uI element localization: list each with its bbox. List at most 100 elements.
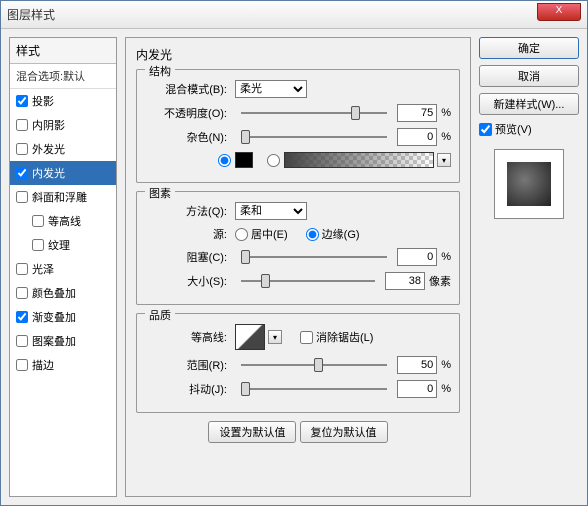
source-edge-radio[interactable]: 边缘(G)	[306, 226, 360, 242]
color-swatch[interactable]	[235, 152, 253, 168]
range-input[interactable]	[397, 356, 437, 374]
choke-slider[interactable]	[241, 249, 387, 265]
main-panel: 内发光 结构 混合模式(B): 柔光 不透明度(O): % 杂色(N):	[125, 37, 471, 497]
sidebar-item-7[interactable]: 光泽	[10, 257, 116, 281]
range-label: 范围(R):	[145, 357, 231, 373]
sidebar-item-2[interactable]: 外发光	[10, 137, 116, 161]
make-default-button[interactable]: 设置为默认值	[208, 421, 296, 443]
new-style-button[interactable]: 新建样式(W)...	[479, 93, 579, 115]
sidebar-item-10[interactable]: 图案叠加	[10, 329, 116, 353]
sidebar-item-9[interactable]: 渐变叠加	[10, 305, 116, 329]
noise-slider[interactable]	[241, 129, 387, 145]
color-source-radio[interactable]	[218, 154, 231, 167]
choke-input[interactable]	[397, 248, 437, 266]
sidebar-item-label: 光泽	[32, 261, 54, 277]
range-slider[interactable]	[241, 357, 387, 373]
sidebar-item-checkbox[interactable]	[16, 263, 28, 275]
sidebar-item-3[interactable]: 内发光	[10, 161, 116, 185]
jitter-unit: %	[441, 383, 451, 395]
sidebar-item-label: 图案叠加	[32, 333, 76, 349]
jitter-slider[interactable]	[241, 381, 387, 397]
ok-button[interactable]: 确定	[479, 37, 579, 59]
preview-box	[494, 149, 564, 219]
size-slider[interactable]	[241, 273, 375, 289]
source-center-radio[interactable]: 居中(E)	[235, 226, 288, 242]
sidebar-item-4[interactable]: 斜面和浮雕	[10, 185, 116, 209]
sidebar-item-label: 渐变叠加	[32, 309, 76, 325]
sidebar-item-checkbox[interactable]	[16, 143, 28, 155]
sidebar-item-checkbox[interactable]	[16, 335, 28, 347]
noise-label: 杂色(N):	[145, 129, 231, 145]
sidebar-item-1[interactable]: 内阴影	[10, 113, 116, 137]
sidebar-item-checkbox[interactable]	[16, 167, 28, 179]
antialias-checkbox[interactable]: 消除锯齿(L)	[300, 329, 373, 345]
sidebar-item-checkbox[interactable]	[16, 359, 28, 371]
gradient-dropdown[interactable]: ▾	[437, 153, 451, 167]
choke-label: 阻塞(C):	[145, 249, 231, 265]
sidebar-item-label: 颜色叠加	[32, 285, 76, 301]
range-unit: %	[441, 359, 451, 371]
layer-style-dialog: 图层样式 X 样式 混合选项:默认 投影内阴影外发光内发光斜面和浮雕等高线纹理光…	[0, 0, 588, 506]
cancel-button[interactable]: 取消	[479, 65, 579, 87]
sidebar-item-label: 外发光	[32, 141, 65, 157]
source-label: 源:	[145, 226, 231, 242]
sidebar-item-checkbox[interactable]	[32, 215, 44, 227]
style-list-header: 样式	[10, 38, 116, 64]
sidebar-item-checkbox[interactable]	[32, 239, 44, 251]
style-list: 样式 混合选项:默认 投影内阴影外发光内发光斜面和浮雕等高线纹理光泽颜色叠加渐变…	[9, 37, 117, 497]
size-unit: 像素	[429, 273, 451, 289]
sidebar-item-6[interactable]: 纹理	[10, 233, 116, 257]
blend-mode-select[interactable]: 柔光	[235, 80, 307, 98]
sidebar-item-label: 描边	[32, 357, 54, 373]
window-title: 图层样式	[7, 6, 55, 23]
gradient-source-radio[interactable]	[267, 154, 280, 167]
contour-swatch[interactable]	[235, 324, 265, 350]
jitter-label: 抖动(J):	[145, 381, 231, 397]
sidebar-item-checkbox[interactable]	[16, 119, 28, 131]
panel-title: 内发光	[136, 46, 460, 63]
quality-group: 品质 等高线: ▾ 消除锯齿(L) 范围(R): % 抖动(J):	[136, 313, 460, 413]
preview-thumbnail	[507, 162, 551, 206]
elements-group: 图素 方法(Q): 柔和 源: 居中(E) 边缘(G) 阻塞(C): %	[136, 191, 460, 305]
blend-mode-label: 混合模式(B):	[145, 81, 231, 97]
method-select[interactable]: 柔和	[235, 202, 307, 220]
preview-checkbox[interactable]: 预览(V)	[479, 121, 579, 137]
sidebar-item-checkbox[interactable]	[16, 287, 28, 299]
method-label: 方法(Q):	[145, 203, 231, 219]
sidebar-item-label: 内发光	[32, 165, 65, 181]
right-panel: 确定 取消 新建样式(W)... 预览(V)	[479, 37, 579, 497]
gradient-swatch[interactable]	[284, 152, 434, 168]
noise-unit: %	[441, 131, 451, 143]
structure-legend: 结构	[145, 63, 175, 79]
quality-legend: 品质	[145, 307, 175, 323]
contour-label: 等高线:	[145, 329, 231, 345]
opacity-unit: %	[441, 107, 451, 119]
opacity-label: 不透明度(O):	[145, 105, 231, 121]
blend-options[interactable]: 混合选项:默认	[10, 64, 116, 89]
titlebar[interactable]: 图层样式 X	[1, 1, 587, 29]
choke-unit: %	[441, 251, 451, 263]
size-input[interactable]	[385, 272, 425, 290]
close-button[interactable]: X	[537, 3, 581, 21]
size-label: 大小(S):	[145, 273, 231, 289]
sidebar-item-label: 纹理	[48, 237, 70, 253]
sidebar-item-5[interactable]: 等高线	[10, 209, 116, 233]
sidebar-item-checkbox[interactable]	[16, 191, 28, 203]
jitter-input[interactable]	[397, 380, 437, 398]
elements-legend: 图素	[145, 185, 175, 201]
sidebar-item-11[interactable]: 描边	[10, 353, 116, 377]
structure-group: 结构 混合模式(B): 柔光 不透明度(O): % 杂色(N): %	[136, 69, 460, 183]
sidebar-item-0[interactable]: 投影	[10, 89, 116, 113]
reset-default-button[interactable]: 复位为默认值	[300, 421, 388, 443]
contour-dropdown[interactable]: ▾	[268, 330, 282, 344]
sidebar-item-label: 投影	[32, 93, 54, 109]
opacity-slider[interactable]	[241, 105, 387, 121]
sidebar-item-8[interactable]: 颜色叠加	[10, 281, 116, 305]
sidebar-item-label: 等高线	[48, 213, 81, 229]
sidebar-item-label: 内阴影	[32, 117, 65, 133]
noise-input[interactable]	[397, 128, 437, 146]
sidebar-item-label: 斜面和浮雕	[32, 189, 87, 205]
sidebar-item-checkbox[interactable]	[16, 95, 28, 107]
sidebar-item-checkbox[interactable]	[16, 311, 28, 323]
opacity-input[interactable]	[397, 104, 437, 122]
